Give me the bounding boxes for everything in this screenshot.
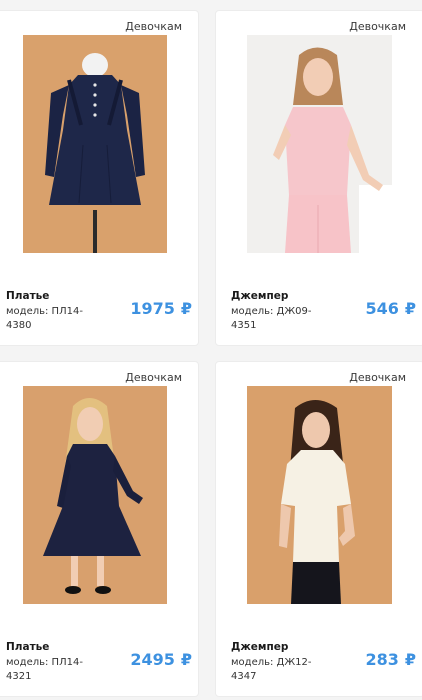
product-image[interactable] — [247, 35, 392, 253]
product-price: 546 ₽ — [365, 299, 416, 318]
price-value: 283 — [365, 650, 399, 669]
product-name[interactable]: Джемпер — [231, 641, 288, 653]
product-image[interactable] — [23, 386, 167, 604]
product-price: 283 ₽ — [365, 650, 416, 669]
product-model: модель: ПЛ14-4380 — [6, 306, 83, 331]
price-value: 546 — [365, 299, 399, 318]
currency-symbol: ₽ — [180, 299, 192, 318]
product-card[interactable]: Девочкам Платье модель: ПЛ14-4380 1975 ₽ — [0, 10, 199, 346]
category-label: Девочкам — [125, 20, 182, 33]
category-label: Девочкам — [349, 20, 406, 33]
currency-symbol: ₽ — [180, 650, 192, 669]
product-name[interactable]: Платье — [6, 641, 49, 653]
product-card[interactable]: Девочкам Джемпер модель: ДЖ12-4347 283 ₽ — [215, 361, 422, 697]
price-value: 1975 — [130, 299, 175, 318]
product-image[interactable] — [247, 386, 392, 604]
currency-symbol: ₽ — [404, 650, 416, 669]
product-model: модель: ДЖ09-4351 — [231, 306, 312, 331]
currency-symbol: ₽ — [404, 299, 416, 318]
product-model: модель: ПЛ14-4321 — [6, 657, 83, 682]
product-model: модель: ДЖ12-4347 — [231, 657, 312, 682]
product-name[interactable]: Платье — [6, 290, 49, 302]
product-name[interactable]: Джемпер — [231, 290, 288, 302]
category-label: Девочкам — [349, 371, 406, 384]
product-price: 1975 ₽ — [130, 299, 192, 318]
product-image[interactable] — [23, 35, 167, 253]
product-card[interactable]: Девочкам Джемпер модель: ДЖ09-4351 546 ₽ — [215, 10, 422, 346]
product-price: 2495 ₽ — [130, 650, 192, 669]
price-value: 2495 — [130, 650, 175, 669]
product-card[interactable]: Девочкам Платье модель: ПЛ14-4321 2495 ₽ — [0, 361, 199, 697]
category-label: Девочкам — [125, 371, 182, 384]
product-grid: Девочкам Платье модель: ПЛ14-4380 1975 ₽… — [0, 0, 422, 700]
